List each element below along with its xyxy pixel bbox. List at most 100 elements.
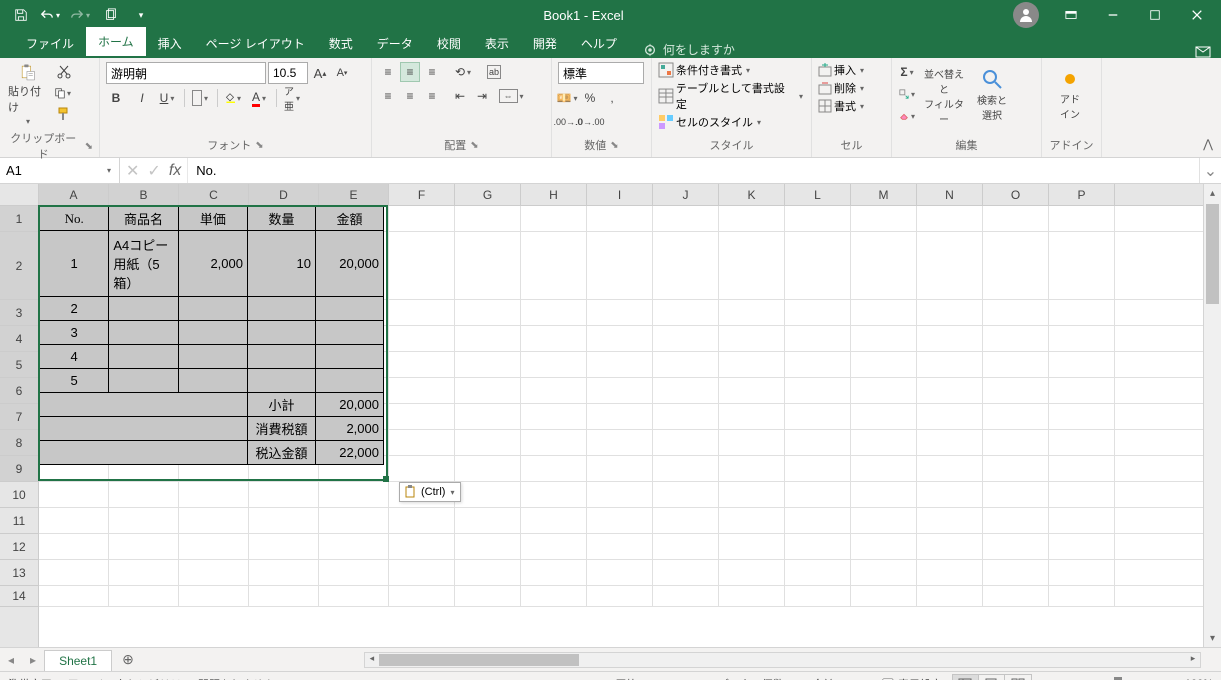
cell-O9[interactable] [983,456,1049,481]
decrease-font-button[interactable]: A▾ [332,63,352,83]
cell-J9[interactable] [653,456,719,481]
cell-L2[interactable] [785,232,851,299]
cell-G6[interactable] [455,378,521,403]
insert-cells-button[interactable]: 挿入▾ [818,62,866,78]
cell-O13[interactable] [983,560,1049,585]
cell-P8[interactable] [1049,430,1115,455]
row-header-4[interactable]: 4 [0,326,38,352]
cell-P11[interactable] [1049,508,1115,533]
cell-O3[interactable] [983,300,1049,325]
cell-N10[interactable] [917,482,983,507]
cell-L9[interactable] [785,456,851,481]
maximize-button[interactable] [1135,1,1175,29]
cell-I9[interactable] [587,456,653,481]
cell-J10[interactable] [653,482,719,507]
minimize-button[interactable] [1093,1,1133,29]
cell-J7[interactable] [653,404,719,429]
cell-M4[interactable] [851,326,917,351]
cell-M3[interactable] [851,300,917,325]
fill-button[interactable]: ▾ [898,84,918,104]
tab-developer[interactable]: 開発 [521,29,569,58]
row-header-12[interactable]: 12 [0,534,38,560]
page-layout-view-button[interactable] [979,675,1005,680]
cell-M13[interactable] [851,560,917,585]
cell-J6[interactable] [653,378,719,403]
cell-styles-button[interactable]: セルのスタイル▾ [658,114,763,130]
cell-I13[interactable] [587,560,653,585]
cell-L13[interactable] [785,560,851,585]
cell-C10[interactable] [179,482,249,507]
cell-H13[interactable] [521,560,587,585]
cell-G12[interactable] [455,534,521,559]
cell-G13[interactable] [455,560,521,585]
col-header-J[interactable]: J [653,184,719,205]
cell-C14[interactable] [179,586,249,606]
tab-help[interactable]: ヘルプ [569,29,629,58]
col-header-L[interactable]: L [785,184,851,205]
cell-F11[interactable] [389,508,455,533]
share-button[interactable] [1185,44,1221,58]
row-header-7[interactable]: 7 [0,404,38,430]
formula-input[interactable]: No. [188,158,1199,183]
cell-F2[interactable] [389,232,455,299]
cell-A14[interactable] [39,586,109,606]
select-all-corner[interactable] [0,184,39,206]
cell-J1[interactable] [653,206,719,231]
cell-H7[interactable] [521,404,587,429]
cell-J8[interactable] [653,430,719,455]
cell-I8[interactable] [587,430,653,455]
expand-formula-bar-button[interactable]: ⌄ [1199,158,1221,183]
percent-button[interactable]: % [580,88,600,108]
zoom-thumb[interactable] [1114,677,1122,680]
number-launcher[interactable]: ⬊ [610,140,618,151]
cell-P13[interactable] [1049,560,1115,585]
cell-E14[interactable] [319,586,389,606]
row-header-3[interactable]: 3 [0,300,38,326]
cell-P9[interactable] [1049,456,1115,481]
horizontal-scrollbar[interactable]: ◂ ▸ [364,652,1201,668]
cell-D13[interactable] [249,560,319,585]
cell-F5[interactable] [389,352,455,377]
cell-H10[interactable] [521,482,587,507]
cell-H2[interactable] [521,232,587,299]
cell-F14[interactable] [389,586,455,606]
increase-indent-button[interactable]: ⇥ [472,86,492,106]
cell-K10[interactable] [719,482,785,507]
cell-J14[interactable] [653,586,719,606]
cell-K1[interactable] [719,206,785,231]
cell-O12[interactable] [983,534,1049,559]
decrease-indent-button[interactable]: ⇤ [450,86,470,106]
cell-F6[interactable] [389,378,455,403]
cell-B11[interactable] [109,508,179,533]
scroll-down-button[interactable]: ▾ [1204,629,1221,647]
clear-button[interactable]: ▾ [898,106,918,126]
cell-G3[interactable] [455,300,521,325]
cell-I5[interactable] [587,352,653,377]
format-painter-button[interactable] [54,104,74,124]
cell-F9[interactable] [389,456,455,481]
cell-N1[interactable] [917,206,983,231]
align-right-button[interactable]: ≡ [422,86,442,106]
cell-K3[interactable] [719,300,785,325]
cell-D12[interactable] [249,534,319,559]
cell-N7[interactable] [917,404,983,429]
cell-N5[interactable] [917,352,983,377]
row-header-14[interactable]: 14 [0,586,38,607]
cell-J12[interactable] [653,534,719,559]
cell-K14[interactable] [719,586,785,606]
row-header-8[interactable]: 8 [0,430,38,456]
row-header-9[interactable]: 9 [0,456,38,482]
copy-button[interactable]: ▾ [54,83,74,103]
fill-color-button[interactable]: ▾ [224,88,244,108]
font-size-combo[interactable] [268,62,308,84]
col-header-C[interactable]: C [179,184,249,205]
row-header-11[interactable]: 11 [0,508,38,534]
accounting-button[interactable]: 💴▾ [558,88,578,108]
cell-D10[interactable] [249,482,319,507]
cell-C13[interactable] [179,560,249,585]
cell-L6[interactable] [785,378,851,403]
cell-I6[interactable] [587,378,653,403]
alignment-launcher[interactable]: ⬊ [470,140,478,151]
cell-I10[interactable] [587,482,653,507]
cell-J4[interactable] [653,326,719,351]
